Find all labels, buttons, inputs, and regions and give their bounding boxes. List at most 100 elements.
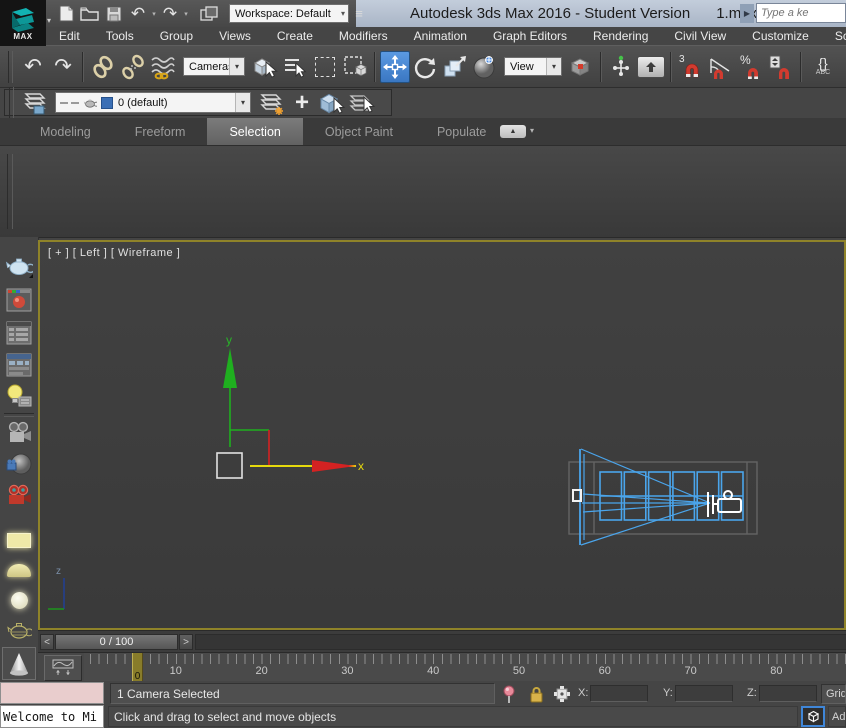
window-crossing-toggle[interactable] <box>340 51 370 83</box>
selection-filter-dropdown[interactable]: Cameras ▾ <box>183 57 245 76</box>
spinner-snap-toggle[interactable] <box>766 51 796 83</box>
redo-dropdown-arrow[interactable]: ▾ <box>182 10 190 18</box>
set-current-layer-to-selection-button[interactable] <box>347 87 377 119</box>
create-sphere-button[interactable] <box>4 585 34 615</box>
scale-squares-icon <box>444 55 466 76</box>
search-go-button[interactable]: ▶ <box>740 4 754 23</box>
select-and-scale-button[interactable] <box>440 51 470 83</box>
menu-item[interactable]: Tools <box>93 29 147 43</box>
maxscript-mini-listener-macro-line[interactable] <box>0 682 104 704</box>
previous-frame-button[interactable]: < <box>40 634 54 650</box>
create-cone-button[interactable] <box>2 647 36 680</box>
snaps-toggle-button[interactable]: 3 <box>676 51 706 83</box>
select-and-rotate-button[interactable] <box>410 51 440 83</box>
ribbon-tab[interactable]: Selection <box>207 118 303 145</box>
adaptive-degradation-toggle[interactable] <box>801 706 825 727</box>
bind-to-space-warp-button[interactable] <box>148 51 178 83</box>
workspace-dropdown[interactable]: Workspace: Default ▾ <box>229 4 349 23</box>
menu-item[interactable]: Group <box>147 29 206 43</box>
menu-item[interactable]: Animation <box>401 29 480 43</box>
menu-item[interactable]: Views <box>206 29 264 43</box>
undo-tool-button[interactable]: ↶ <box>18 51 48 83</box>
ribbon-tab[interactable]: Modeling <box>18 118 113 145</box>
select-and-manipulate-button[interactable] <box>606 51 636 83</box>
menu-item[interactable]: Graph Editors <box>480 29 580 43</box>
create-camera-button[interactable] <box>4 418 34 448</box>
next-frame-button[interactable]: > <box>179 634 193 650</box>
time-slider-track[interactable] <box>195 634 846 650</box>
menu-item[interactable]: Create <box>264 29 326 43</box>
create-dome-button[interactable] <box>4 555 34 585</box>
ribbon-options-arrow[interactable]: ▾ <box>530 126 534 138</box>
toolbar-grip[interactable] <box>8 50 13 83</box>
use-pivot-point-center-button[interactable] <box>566 51 596 83</box>
unlink-selection-button[interactable] <box>118 51 148 83</box>
ribbon-grip[interactable] <box>7 154 13 229</box>
x-coordinate-field[interactable] <box>590 685 648 702</box>
curve-editor-button[interactable] <box>4 318 34 348</box>
current-frame-marker[interactable]: 0 <box>132 653 143 682</box>
rendered-frame-window-button[interactable] <box>4 285 34 315</box>
maxscript-mini-listener[interactable]: Welcome to Mi <box>0 705 104 728</box>
project-folder-button[interactable] <box>198 3 220 25</box>
create-new-layer-button[interactable] <box>257 87 287 119</box>
toggle-layer-explorer-button[interactable] <box>19 87 49 119</box>
layer-color-swatch[interactable] <box>101 96 113 109</box>
keyboard-shortcut-override-toggle[interactable] <box>636 51 666 83</box>
select-by-name-button[interactable] <box>280 51 310 83</box>
menu-item[interactable]: Customize <box>739 29 822 43</box>
track-bar-ruler[interactable]: 0 10 20 30 40 50 60 70 80 <box>84 653 846 682</box>
render-setup-button[interactable] <box>4 251 34 281</box>
light-lister-button[interactable] <box>4 381 34 411</box>
add-time-tag-panel[interactable]: Add <box>828 706 846 727</box>
select-objects-in-layer-button[interactable] <box>317 87 347 119</box>
minimize-ribbon-button[interactable]: ▲ <box>500 125 526 138</box>
logo-label: MAX <box>13 31 33 41</box>
select-and-link-button[interactable] <box>88 51 118 83</box>
ribbon-tab[interactable]: Freeform <box>113 118 208 145</box>
redo-button[interactable]: ↷ <box>159 3 181 25</box>
ribbon-tab-bar: Modeling Freeform Selection Object Paint Pop… <box>0 118 846 146</box>
create-physical-camera-button[interactable] <box>4 449 34 479</box>
schematic-view-button[interactable] <box>4 350 34 380</box>
layer-toolbar-grip[interactable] <box>9 86 14 119</box>
layer-list-dropdown[interactable]: 0 (default) ▾ <box>55 92 251 113</box>
selection-status-field[interactable]: 1 Camera Selected <box>110 683 495 704</box>
toolbar-overflow-button[interactable]: ≡ <box>350 3 368 25</box>
save-file-button[interactable] <box>103 3 125 25</box>
percent-snap-icon: % <box>740 53 758 79</box>
search-input[interactable] <box>756 3 846 23</box>
open-mini-curve-editor-button[interactable] <box>44 655 82 681</box>
select-and-move-button[interactable] <box>380 50 410 83</box>
menu-item[interactable]: Rendering <box>580 29 661 43</box>
reference-coordinate-dropdown[interactable]: View ▾ <box>504 57 562 76</box>
open-file-button[interactable] <box>79 3 101 25</box>
menu-item[interactable]: Civil View <box>661 29 739 43</box>
angle-snap-toggle[interactable] <box>706 51 736 83</box>
rectangular-selection-region-button[interactable] <box>310 51 340 83</box>
undo-button[interactable]: ↶ <box>127 3 149 25</box>
time-slider-handle[interactable]: 0 / 100 <box>55 634 178 650</box>
create-teapot-button[interactable] <box>4 615 34 645</box>
create-plane-button[interactable] <box>4 525 34 555</box>
y-coordinate-field[interactable] <box>675 685 733 702</box>
viewport-left-wireframe[interactable]: [ + ] [ Left ] [ Wireframe ] y x z <box>38 240 846 630</box>
create-target-camera-button[interactable] <box>4 480 34 510</box>
z-coordinate-field[interactable] <box>759 685 817 702</box>
add-selection-to-layer-button[interactable]: + <box>287 87 317 119</box>
undo-dropdown-arrow[interactable]: ▾ <box>150 10 158 18</box>
menu-item[interactable]: Modifiers <box>326 29 401 43</box>
ribbon-tab[interactable]: Object Paint <box>303 118 415 145</box>
redo-tool-button[interactable]: ↷ <box>48 51 78 83</box>
selection-lock-toggle[interactable] <box>529 686 544 708</box>
logo-dropdown-arrow[interactable]: ▾ <box>47 16 51 25</box>
select-and-place-button[interactable] <box>470 51 500 83</box>
edit-named-selection-sets-button[interactable]: {} ABC <box>806 51 840 83</box>
percent-snap-toggle[interactable]: % <box>736 51 766 83</box>
menu-item[interactable]: Scripting <box>822 29 846 43</box>
new-file-button[interactable] <box>55 3 77 25</box>
menu-item[interactable]: Edit <box>46 29 93 43</box>
application-menu-button[interactable]: MAX <box>0 0 46 46</box>
absolute-offset-mode-toggle[interactable] <box>553 685 571 708</box>
select-object-button[interactable] <box>250 51 280 83</box>
